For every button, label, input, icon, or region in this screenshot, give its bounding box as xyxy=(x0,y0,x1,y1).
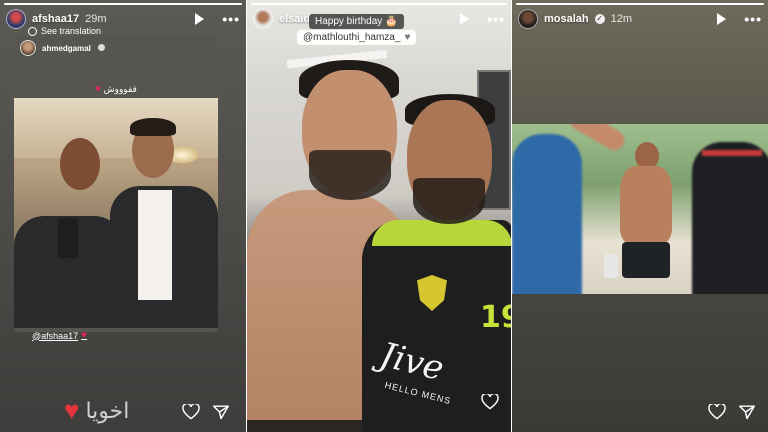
share-icon[interactable] xyxy=(212,404,230,420)
story-photo xyxy=(512,124,768,294)
story-photo: 19 Jive HELLO MENS xyxy=(247,0,511,432)
heart-emoji-icon: ♥ xyxy=(64,395,80,425)
see-translation-link[interactable]: See translation xyxy=(28,26,101,36)
avatar[interactable] xyxy=(6,9,26,29)
heart-emoji-icon: ♥ xyxy=(81,330,88,341)
heart-emoji-icon: ♥ xyxy=(95,84,102,95)
heart-icon[interactable] xyxy=(708,404,726,420)
avatar[interactable] xyxy=(518,9,538,29)
jersey-number: 19 xyxy=(480,300,511,335)
reshare-caption: ♥ قفوووش xyxy=(14,84,218,95)
heart-emoji-icon: ♥ xyxy=(404,32,411,43)
story-progress-bar xyxy=(251,3,507,5)
story-progress-bar xyxy=(516,3,764,5)
story-mosalah[interactable]: mosalah ✓ 12m ••• xyxy=(512,0,768,432)
play-icon[interactable] xyxy=(460,13,470,25)
story-progress-bar xyxy=(4,3,242,5)
mention-sticker[interactable]: @mathlouthi_hamza_ ♥ xyxy=(297,30,417,45)
mention-text: @afshaa17 xyxy=(32,330,79,341)
reply-text: اخويا xyxy=(85,397,130,423)
story-afshaa17[interactable]: afshaa17 29m ••• See translation ahmedga… xyxy=(0,0,246,432)
globe-icon xyxy=(28,26,37,36)
more-icon[interactable]: ••• xyxy=(487,12,505,26)
story-header: mosalah ✓ 12m ••• xyxy=(518,8,762,30)
story-username[interactable]: mosalah xyxy=(544,13,589,25)
birthday-sticker: Happy birthday 🎂 xyxy=(309,14,404,29)
story-username[interactable]: afshaa17 xyxy=(32,13,79,25)
mention-sticker[interactable]: @afshaa17 ♥ xyxy=(32,330,87,341)
reshare-photo xyxy=(14,98,218,328)
see-translation-label: See translation xyxy=(41,26,102,36)
heart-icon[interactable] xyxy=(481,394,499,410)
more-icon[interactable]: ••• xyxy=(222,12,240,26)
club-badge-icon xyxy=(417,275,447,311)
play-icon[interactable] xyxy=(195,13,205,25)
story-time: 12m xyxy=(610,13,633,25)
avatar[interactable] xyxy=(253,9,273,29)
story-elsaid1985[interactable]: 19 Jive HELLO MENS elsaid1985 ✓ 2h ••• H… xyxy=(247,0,511,432)
more-icon[interactable]: ••• xyxy=(744,12,762,26)
reshare-avatar[interactable] xyxy=(20,40,36,56)
verified-icon xyxy=(98,44,105,51)
story-time: 29m xyxy=(85,13,107,25)
share-icon[interactable] xyxy=(738,404,756,420)
reshared-post-card[interactable]: ahmedgamal ♥ قفوووش xyxy=(14,36,218,332)
mention-text: @mathlouthi_hamza_ xyxy=(303,32,401,43)
play-icon[interactable] xyxy=(717,13,727,25)
heart-icon[interactable] xyxy=(182,404,200,420)
reshare-caption-text: قفوووش xyxy=(103,84,137,94)
verified-icon: ✓ xyxy=(594,14,605,24)
reply-row: ♥ اخويا xyxy=(64,395,129,426)
reshare-username[interactable]: ahmedgamal xyxy=(42,44,91,53)
